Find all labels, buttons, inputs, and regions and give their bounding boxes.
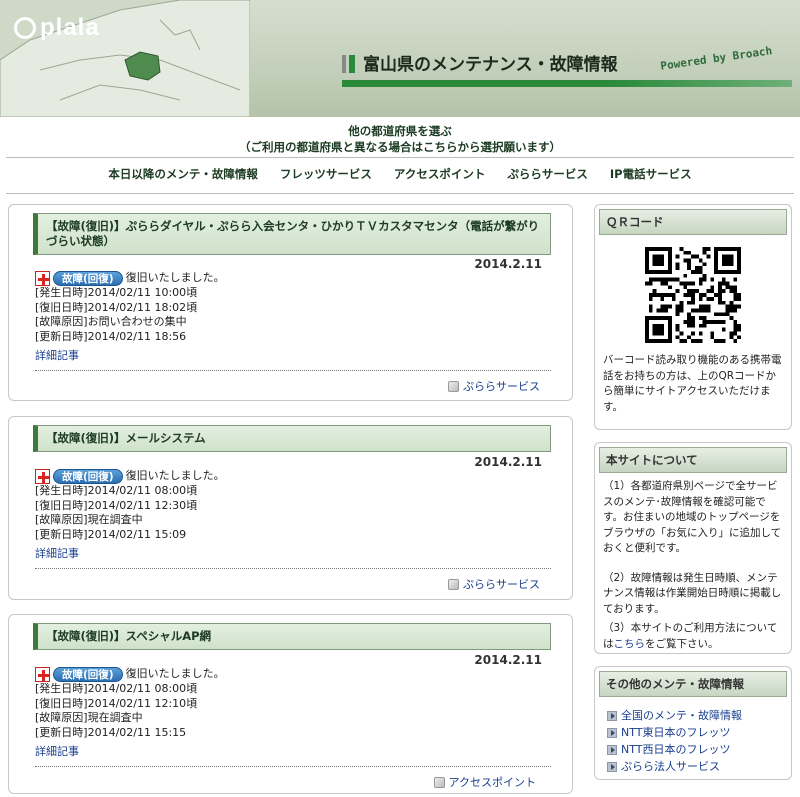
- qr-panel-text: バーコード読み取り機能のある携帯電話をお持ちの方は、上のQRコードから簡単にサイ…: [603, 354, 782, 413]
- qr-code-icon: [645, 247, 741, 343]
- nav-ip-phone[interactable]: IP電話サービス: [610, 167, 692, 181]
- nav-access-point[interactable]: アクセスポイント: [394, 167, 485, 181]
- status-row: 故障(回復) 復旧いたしました。: [35, 667, 225, 682]
- ntt-east-flets-link[interactable]: NTT東日本のフレッツ: [621, 724, 730, 741]
- outage-card-date: 2014.2.11: [474, 653, 542, 667]
- service-category-link[interactable]: ぷららサービス: [448, 378, 540, 394]
- title-bar-icon: [342, 55, 346, 73]
- outage-card-title[interactable]: 【故障(復旧)】メールシステム: [33, 425, 551, 452]
- occurred-time: [発生日時]2014/02/11 10:00頃: [35, 286, 198, 299]
- outage-card-body: 故障(回復) 復旧いたしました。 [発生日時]2014/02/11 10:00頃…: [35, 271, 225, 344]
- about-text-2: （2）故障情報は発生日時順、メンテナンス情報は作業開始日時順に掲載しております。: [603, 571, 782, 615]
- arrow-right-icon: [607, 710, 617, 721]
- arrow-right-icon: [607, 727, 617, 738]
- status-text: 復旧いたしました。: [125, 271, 225, 285]
- plala-logo[interactable]: plala: [14, 14, 100, 42]
- main-nav: 本日以降のメンテ・故障情報 フレッツサービス アクセスポイント ぷららサービス …: [0, 166, 800, 182]
- outage-card-body: 故障(回復) 復旧いたしました。 [発生日時]2014/02/11 08:00頃…: [35, 667, 225, 740]
- medical-cross-icon: [35, 271, 50, 286]
- usage-guide-link[interactable]: こちら: [614, 638, 646, 650]
- category-icon: [448, 578, 459, 590]
- status-text: 復旧いたしました。: [125, 469, 225, 483]
- title-underline: [342, 80, 792, 87]
- category-icon: [433, 776, 445, 788]
- outage-card: 【故障(復旧)】ぷららダイヤル・ぷらら入会センタ・ひかりＴＶカスタマセンタ（電話…: [8, 204, 573, 401]
- arrow-right-icon: [607, 761, 617, 772]
- detail-link[interactable]: 詳細記事: [35, 743, 79, 759]
- outage-card-body: 故障(回復) 復旧いたしました。 [発生日時]2014/02/11 08:00頃…: [35, 469, 225, 542]
- outage-card: 【故障(復旧)】メールシステム 2014.2.11 故障(回復) 復旧いたしまし…: [8, 416, 573, 600]
- status-row: 故障(回復) 復旧いたしました。: [35, 469, 225, 484]
- service-category-link[interactable]: アクセスポイント: [433, 774, 536, 790]
- medical-cross-icon: [35, 667, 50, 682]
- page-title: 富山県のメンテナンス・故障情報: [342, 50, 618, 75]
- about-text-1: （1）各都道府県別ページで全サービスのメンテ･故障情報を確認可能です。お住まいの…: [603, 480, 782, 554]
- plala-logo-icon: [14, 17, 36, 39]
- other-info-item[interactable]: NTT西日本のフレッツ: [607, 741, 791, 758]
- arrow-right-icon: [607, 744, 617, 755]
- detail-link[interactable]: 詳細記事: [35, 545, 79, 561]
- powered-by-badge: Powered by Broach: [659, 44, 773, 73]
- status-text: 復旧いたしました。: [125, 667, 225, 681]
- occurred-time: [発生日時]2014/02/11 08:00頃: [35, 484, 198, 497]
- nav-flets[interactable]: フレッツサービス: [280, 167, 372, 181]
- plala-business-link[interactable]: ぷらら法人サービス: [621, 758, 720, 775]
- updated-time: [更新日時]2014/02/11 15:09: [35, 527, 187, 541]
- qr-panel: ＱＲコード バーコード読み取り機能のある携帯電話をお持ちの方は、上のQRコードか…: [594, 204, 792, 430]
- nationwide-info-link[interactable]: 全国のメンテ・故障情報: [621, 707, 742, 724]
- select-prefecture-label[interactable]: 他の都道府県を選ぶ: [0, 123, 800, 139]
- outage-card-date: 2014.2.11: [474, 257, 542, 271]
- status-badge: 故障(回復): [53, 667, 123, 682]
- about-text-3: （3）本サイトのご利用方法についてはこちらをご覧下さい。: [603, 622, 778, 650]
- ntt-west-flets-link[interactable]: NTT西日本のフレッツ: [621, 741, 730, 758]
- failure-cause: [故障原因]現在調査中: [35, 711, 143, 724]
- status-badge: 故障(回復): [53, 271, 123, 286]
- other-info-panel-title: その他のメンテ・故障情報: [599, 671, 787, 697]
- nav-today-onwards[interactable]: 本日以降のメンテ・故障情報: [108, 167, 258, 181]
- recovered-time: [復旧日時]2014/02/11 12:30頃: [35, 498, 198, 512]
- qr-panel-title: ＱＲコード: [599, 209, 787, 235]
- dotted-divider: [35, 370, 551, 371]
- recovered-time: [復旧日時]2014/02/11 12:10頃: [35, 696, 198, 710]
- site-header: plala 富山県のメンテナンス・故障情報 Powered by Broach: [0, 0, 800, 117]
- status-row: 故障(回復) 復旧いたしました。: [35, 271, 225, 286]
- status-badge: 故障(回復): [53, 469, 123, 484]
- divider: [6, 193, 794, 194]
- title-bar-accent-icon: [349, 55, 355, 73]
- failure-cause: [故障原因]現在調査中: [35, 513, 143, 526]
- service-category-link[interactable]: ぷららサービス: [448, 576, 540, 592]
- category-icon: [448, 380, 459, 392]
- divider: [6, 157, 794, 158]
- outage-card-date: 2014.2.11: [474, 455, 542, 469]
- about-panel: 本サイトについて （1）各都道府県別ページで全サービスのメンテ･故障情報を確認可…: [594, 442, 792, 654]
- dotted-divider: [35, 568, 551, 569]
- about-panel-title: 本サイトについて: [599, 447, 787, 473]
- recovered-time: [復旧日時]2014/02/11 18:02頃: [35, 300, 198, 314]
- updated-time: [更新日時]2014/02/11 15:15: [35, 725, 187, 739]
- other-info-item[interactable]: ぷらら法人サービス: [607, 758, 791, 775]
- failure-cause: [故障原因]お問い合わせの集中: [35, 315, 187, 328]
- detail-link[interactable]: 詳細記事: [35, 347, 79, 363]
- nav-plala-service[interactable]: ぷららサービス: [507, 167, 588, 181]
- occurred-time: [発生日時]2014/02/11 08:00頃: [35, 682, 198, 695]
- outage-card: 【故障(復旧)】スペシャルAP網 2014.2.11 故障(回復) 復旧いたしま…: [8, 614, 573, 794]
- other-info-panel: その他のメンテ・故障情報 全国のメンテ・故障情報 NTT東日本のフレッツ NTT…: [594, 666, 792, 780]
- outage-card-title[interactable]: 【故障(復旧)】スペシャルAP網: [33, 623, 551, 650]
- other-info-item[interactable]: NTT東日本のフレッツ: [607, 724, 791, 741]
- select-prefecture-note[interactable]: （ご利用の都道府県と異なる場合はこちらから選択願います）: [0, 139, 800, 155]
- other-info-list: 全国のメンテ・故障情報 NTT東日本のフレッツ NTT西日本のフレッツ ぷらら法…: [595, 701, 791, 781]
- dotted-divider: [35, 766, 551, 767]
- select-prefecture-link[interactable]: 他の都道府県を選ぶ （ご利用の都道府県と異なる場合はこちらから選択願います）: [0, 123, 800, 155]
- medical-cross-icon: [35, 469, 50, 484]
- updated-time: [更新日時]2014/02/11 18:56: [35, 329, 187, 343]
- other-info-item[interactable]: 全国のメンテ・故障情報: [607, 707, 791, 724]
- outage-card-title[interactable]: 【故障(復旧)】ぷららダイヤル・ぷらら入会センタ・ひかりＴＶカスタマセンタ（電話…: [33, 213, 551, 255]
